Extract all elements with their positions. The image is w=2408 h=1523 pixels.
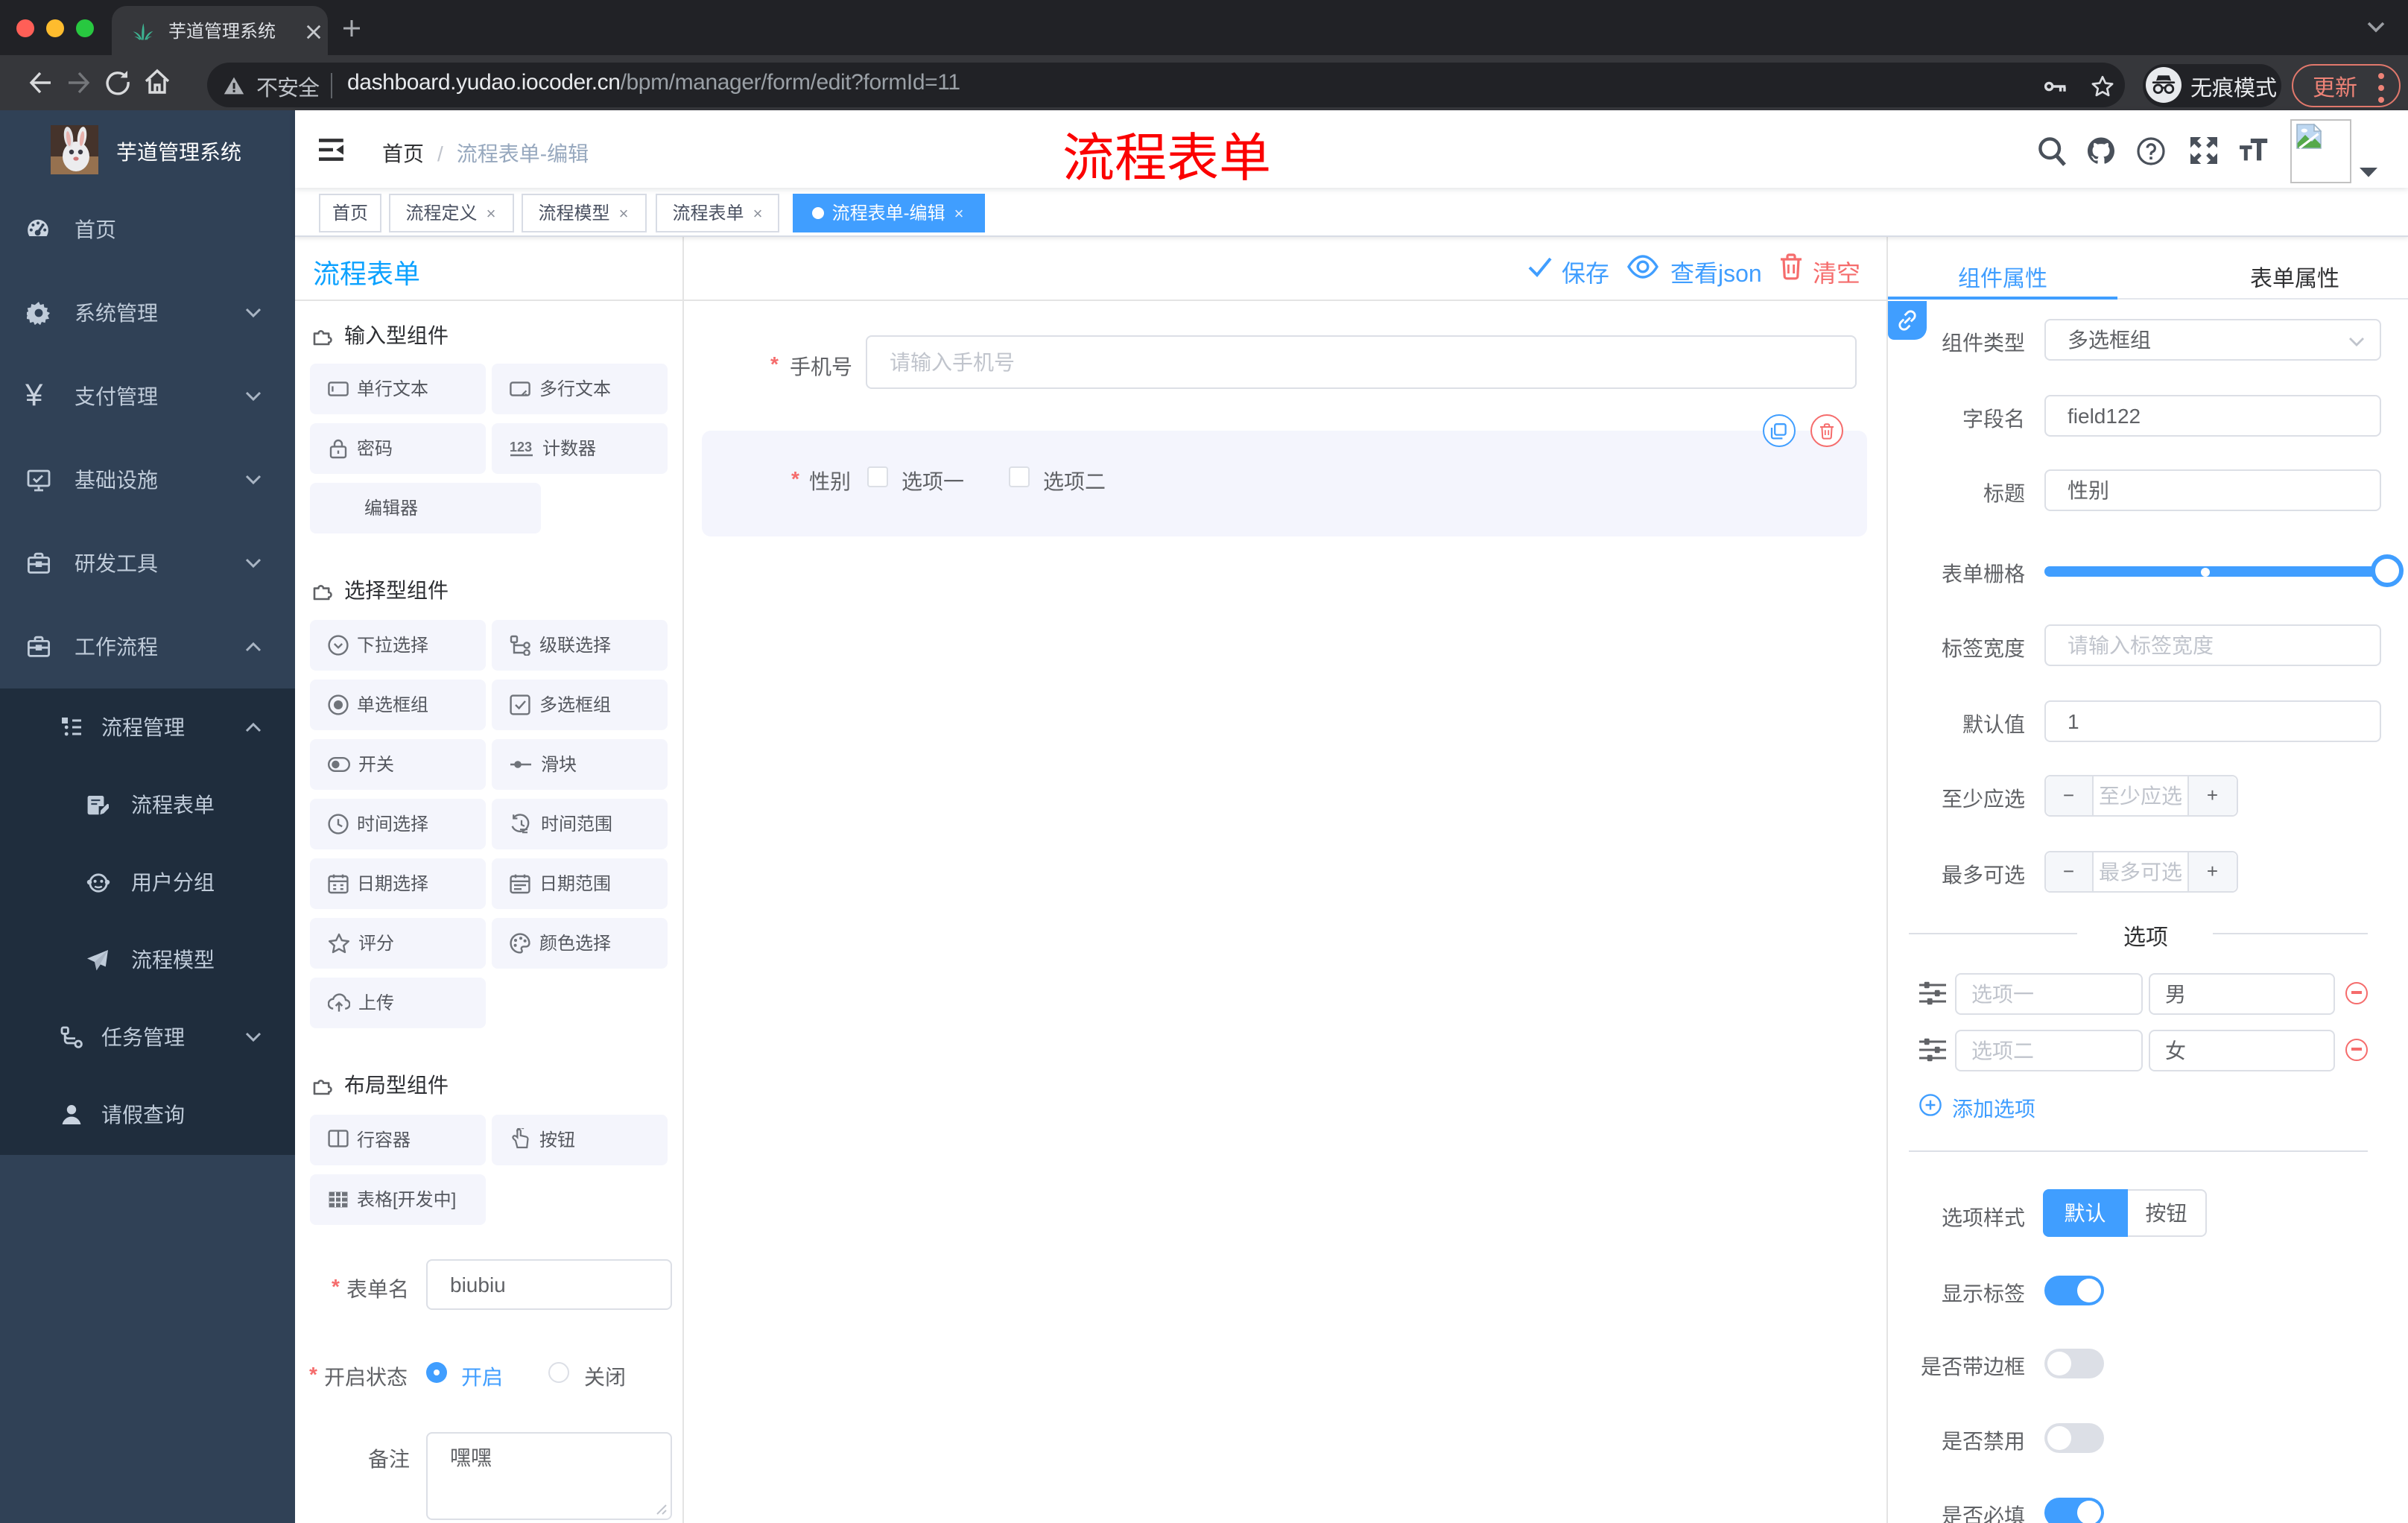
- svg-text:123: 123: [510, 439, 532, 454]
